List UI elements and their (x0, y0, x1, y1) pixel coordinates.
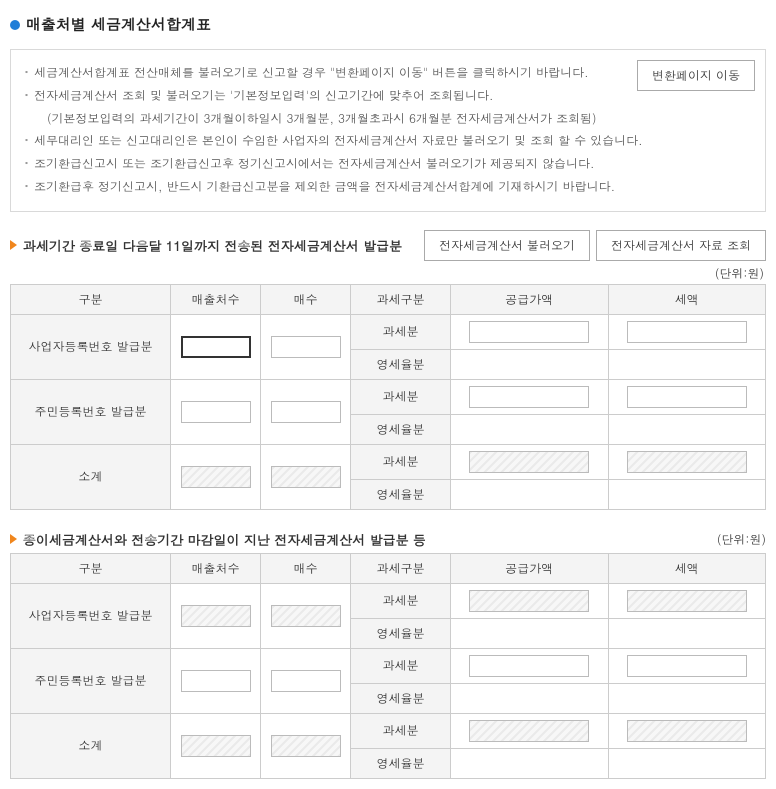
notice-item: (기본정보입력의 과세기간이 3개월이하일시 3개월분, 3개월초과시 6개월분… (25, 108, 751, 131)
table-row: 주민등록번호 발급분 과세분 (11, 379, 766, 414)
table-row: 사업자등록번호 발급분 과세분 (11, 314, 766, 349)
section2-header: 종이세금계산서와 전송기간 마감일이 지난 전자세금계산서 발급분 등 (단위:… (10, 530, 766, 549)
row-label-biz: 사업자등록번호 발급분 (11, 583, 171, 648)
taxrow-gwase: 과세분 (351, 713, 451, 748)
th-gubun: 구분 (11, 284, 171, 314)
taxrow-gwase: 과세분 (351, 583, 451, 618)
t1-sub-youngse-tax-cell (608, 479, 766, 509)
t2-sub-youngse-supply-cell (451, 748, 609, 778)
taxrow-youngse: 영세율분 (351, 618, 451, 648)
th-taxgubun: 과세구분 (351, 553, 451, 583)
section1-buttons: 전자세금계산서 불러오기 전자세금계산서 자료 조회 (424, 230, 766, 261)
th-gubun: 구분 (11, 553, 171, 583)
t1-sub-youngse-supply-cell (451, 479, 609, 509)
row-label-res: 주민등록번호 발급분 (11, 648, 171, 713)
t2-sub-gwase-tax (627, 720, 747, 742)
table1: 구분 매출처수 매수 과세구분 공급가액 세액 사업자등록번호 발급분 과세분 … (10, 284, 766, 510)
t1-sub-gwase-tax (627, 451, 747, 473)
taxrow-youngse: 영세율분 (351, 748, 451, 778)
taxrow-youngse: 영세율분 (351, 683, 451, 713)
row-label-sub: 소계 (11, 444, 171, 509)
t2-biz-maesu (271, 605, 341, 627)
section1-title-text: 과세기간 종료일 다음달 11일까지 전송된 전자세금계산서 발급분 (23, 236, 402, 255)
arrow-icon (10, 534, 17, 544)
table-row: 소계 과세분 (11, 713, 766, 748)
th-maesu: 매수 (261, 553, 351, 583)
query-einvoice-button[interactable]: 전자세금계산서 자료 조회 (596, 230, 766, 261)
t2-res-youngse-tax-cell (608, 683, 766, 713)
t1-biz-gwase-supply[interactable] (469, 321, 589, 343)
section1-title: 과세기간 종료일 다음달 11일까지 전송된 전자세금계산서 발급분 (10, 236, 402, 255)
th-maesu: 매수 (261, 284, 351, 314)
taxrow-gwase: 과세분 (351, 314, 451, 349)
th-chul: 매출처수 (171, 553, 261, 583)
table-row: 주민등록번호 발급분 과세분 (11, 648, 766, 683)
t2-biz-youngse-tax-cell (608, 618, 766, 648)
t1-biz-youngse-supply-cell (451, 349, 609, 379)
t2-res-maesu[interactable] (271, 670, 341, 692)
table-header-row: 구분 매출처수 매수 과세구분 공급가액 세액 (11, 284, 766, 314)
t2-sub-youngse-tax-cell (608, 748, 766, 778)
arrow-icon (10, 240, 17, 250)
th-supply: 공급가액 (451, 553, 609, 583)
t2-biz-gwase-tax (627, 590, 747, 612)
row-label-res: 주민등록번호 발급분 (11, 379, 171, 444)
th-tax: 세액 (608, 553, 766, 583)
section2-title-text: 종이세금계산서와 전송기간 마감일이 지난 전자세금계산서 발급분 등 (23, 530, 426, 549)
table-row: 소계 과세분 (11, 444, 766, 479)
t2-res-youngse-supply-cell (451, 683, 609, 713)
t1-res-chul[interactable] (181, 401, 251, 423)
section2-title: 종이세금계산서와 전송기간 마감일이 지난 전자세금계산서 발급분 등 (10, 530, 426, 549)
page-title: 매출처별 세금계산서합계표 (10, 14, 766, 35)
t2-sub-chul (181, 735, 251, 757)
t1-res-youngse-tax-cell (608, 414, 766, 444)
th-taxgubun: 과세구분 (351, 284, 451, 314)
row-label-sub: 소계 (11, 713, 171, 778)
t2-biz-gwase-supply (469, 590, 589, 612)
t2-sub-gwase-supply (469, 720, 589, 742)
th-chul: 매출처수 (171, 284, 261, 314)
t1-sub-maesu (271, 466, 341, 488)
table-row: 사업자등록번호 발급분 과세분 (11, 583, 766, 618)
th-supply: 공급가액 (451, 284, 609, 314)
notice-item: 조기환급후 정기신고시, 반드시 기환급신고분을 제외한 금액을 전자세금계산서… (25, 176, 751, 199)
t1-res-maesu[interactable] (271, 401, 341, 423)
t1-sub-gwase-supply (469, 451, 589, 473)
taxrow-gwase: 과세분 (351, 444, 451, 479)
notice-item: 세무대리인 또는 신고대리인은 본인이 수임한 사업자의 전자세금계산서 자료만… (25, 130, 751, 153)
notice-box: 변환페이지 이동 세금계산서합계표 전산매체를 불러오기로 신고할 경우 "변환… (10, 49, 766, 212)
page-title-text: 매출처별 세금계산서합계표 (26, 14, 211, 35)
load-einvoice-button[interactable]: 전자세금계산서 불러오기 (424, 230, 590, 261)
taxrow-gwase: 과세분 (351, 648, 451, 683)
t1-biz-gwase-tax[interactable] (627, 321, 747, 343)
row-label-biz: 사업자등록번호 발급분 (11, 314, 171, 379)
t2-res-chul[interactable] (181, 670, 251, 692)
section1-header: 과세기간 종료일 다음달 11일까지 전송된 전자세금계산서 발급분 전자세금계… (10, 230, 766, 261)
taxrow-youngse: 영세율분 (351, 414, 451, 444)
t2-biz-chul (181, 605, 251, 627)
t1-res-gwase-tax[interactable] (627, 386, 747, 408)
t1-res-youngse-supply-cell (451, 414, 609, 444)
title-bullet-icon (10, 20, 20, 30)
convert-page-button[interactable]: 변환페이지 이동 (637, 60, 755, 91)
t1-biz-maesu[interactable] (271, 336, 341, 358)
unit-label: (단위:원) (717, 531, 766, 548)
taxrow-youngse: 영세율분 (351, 479, 451, 509)
t1-sub-chul (181, 466, 251, 488)
t1-biz-youngse-tax-cell (608, 349, 766, 379)
t1-res-gwase-supply[interactable] (469, 386, 589, 408)
table-header-row: 구분 매출처수 매수 과세구분 공급가액 세액 (11, 553, 766, 583)
notice-item: 조기환급신고시 또는 조기환급신고후 정기신고시에서는 전자세금계산서 불러오기… (25, 153, 751, 176)
t2-res-gwase-supply[interactable] (469, 655, 589, 677)
table2: 구분 매출처수 매수 과세구분 공급가액 세액 사업자등록번호 발급분 과세분 … (10, 553, 766, 779)
t2-biz-youngse-supply-cell (451, 618, 609, 648)
t2-res-gwase-tax[interactable] (627, 655, 747, 677)
t2-sub-maesu (271, 735, 341, 757)
th-tax: 세액 (608, 284, 766, 314)
taxrow-youngse: 영세율분 (351, 349, 451, 379)
unit-label: (단위:원) (10, 265, 764, 282)
t1-biz-chul[interactable] (181, 336, 251, 358)
taxrow-gwase: 과세분 (351, 379, 451, 414)
